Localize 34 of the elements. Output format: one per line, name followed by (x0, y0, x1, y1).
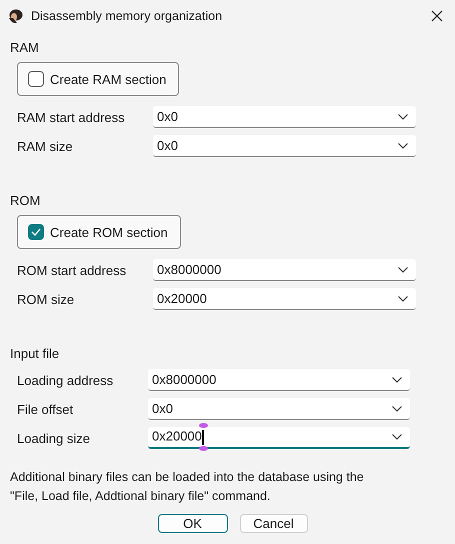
chevron-down-icon (398, 296, 408, 302)
checkbox[interactable] (28, 71, 44, 87)
check-icon (31, 228, 41, 236)
field-label: ROM start address (17, 262, 128, 278)
combo-box[interactable]: 0x20000 (153, 288, 416, 310)
combo-box[interactable]: 0x0 (153, 106, 416, 128)
chevron-down-icon (398, 266, 408, 272)
field-label: Loading size (17, 430, 91, 446)
section-heading: RAM (10, 39, 40, 56)
dialog-button[interactable]: OK (158, 514, 228, 533)
chevron-down-icon (392, 376, 402, 382)
info-text: Additional binary files can be loaded into the database using the "File, Load file, Addtional binary file" command. (10, 469, 365, 505)
checkbox-button[interactable]: Create RAM section (17, 62, 180, 96)
checkbox[interactable] (28, 224, 44, 240)
chevron-down-icon (398, 114, 408, 120)
combo-box[interactable]: 0x0 (153, 135, 416, 157)
chevron-down-icon (392, 434, 402, 440)
section-heading: Input file (10, 345, 60, 362)
field-label: RAM start address (17, 110, 126, 124)
combo-box[interactable]: 0x0 (148, 398, 410, 420)
chevron-down-icon (398, 142, 408, 148)
checkbox-button[interactable]: Create ROM section (17, 215, 181, 249)
field-label: ROM size (17, 292, 76, 306)
window-title: Disassembly memory organization (31, 9, 224, 23)
field-label: Loading address (17, 372, 114, 388)
field-label: File offset (17, 402, 74, 416)
dialog-button[interactable]: Cancel (240, 514, 308, 533)
combo-box[interactable]: 0x8000000 (153, 259, 416, 281)
app-icon (8, 8, 23, 24)
close-icon[interactable] (431, 10, 443, 22)
section-heading: ROM (10, 192, 42, 209)
combo-box[interactable]: 0x8000000 (148, 369, 410, 391)
chevron-down-icon (392, 406, 402, 412)
field-label: RAM size (17, 138, 74, 154)
